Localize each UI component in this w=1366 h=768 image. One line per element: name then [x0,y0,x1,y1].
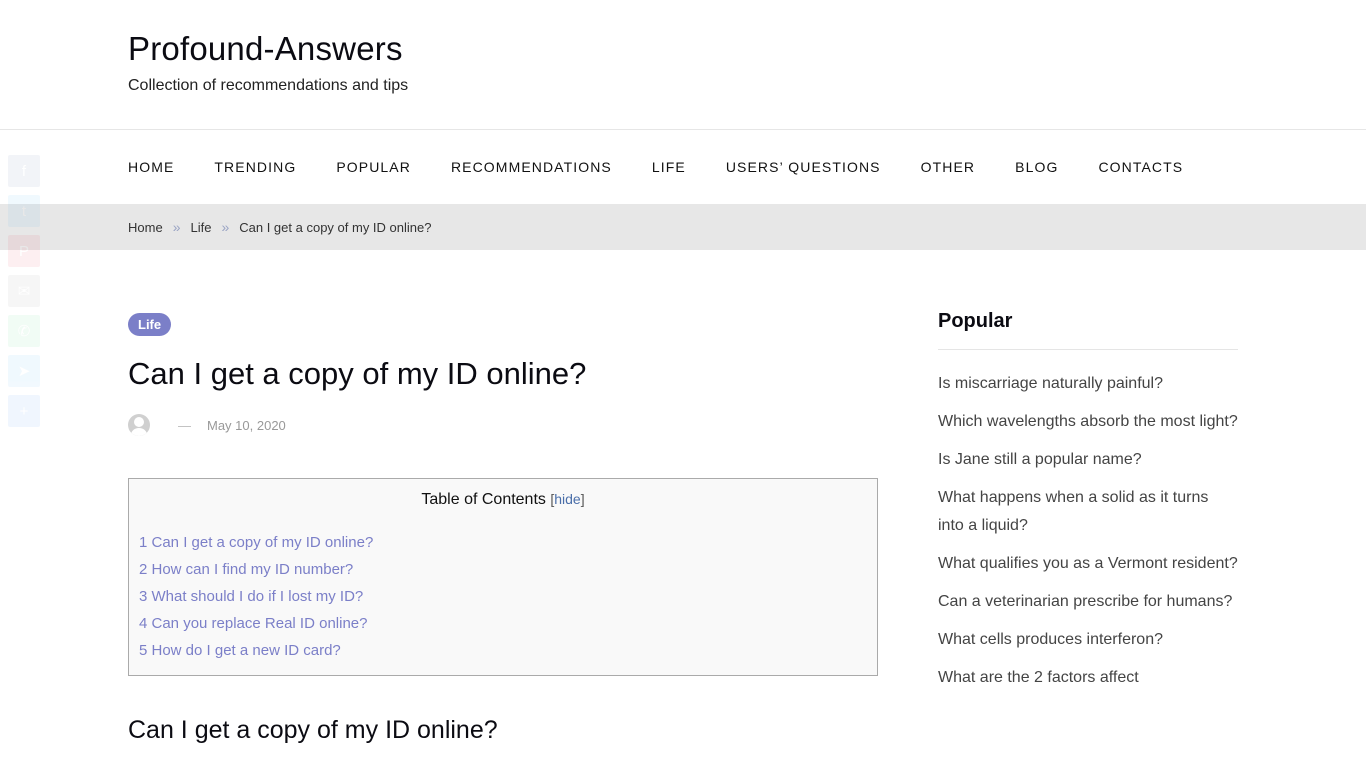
breadcrumb-separator-icon: » [172,219,181,235]
toc-hide-link[interactable]: hide [554,491,580,507]
main-nav: HOME TRENDING POPULAR RECOMMENDATIONS LI… [0,130,1366,204]
more-share-button[interactable]: + [8,395,40,427]
list-item: Can a veterinarian prescribe for humans? [938,588,1238,616]
list-item: Is Jane still a popular name? [938,446,1238,474]
list-item: What qualifies you as a Vermont resident… [938,550,1238,578]
pinterest-share-button[interactable]: P [8,235,40,267]
table-of-contents: Table of Contents [hide] 1 Can I get a c… [128,478,878,676]
popular-link[interactable]: Is miscarriage naturally painful? [938,375,1163,392]
post-title: Can I get a copy of my ID online? [128,356,587,391]
popular-link[interactable]: What cells produces interferon? [938,631,1163,648]
list-item: Is miscarriage naturally painful? [938,370,1238,398]
plus-icon: + [19,402,29,420]
author-avatar-icon[interactable] [128,414,150,436]
toc-item: 2 How can I find my ID number? [139,556,867,583]
social-share-bar: f t P ✉ ✆ ➤ + [8,155,40,435]
toc-link-3[interactable]: 3 What should I do if I lost my ID? [139,588,363,605]
category-badge[interactable]: Life [128,313,172,336]
popular-list: Is miscarriage naturally painful? Which … [938,370,1238,692]
email-share-button[interactable]: ✉ [8,275,40,307]
toc-link-5[interactable]: 5 How do I get a new ID card? [139,642,341,659]
breadcrumb-life[interactable]: Life [190,220,211,235]
telegram-share-button[interactable]: ➤ [8,355,40,387]
nav-item-contacts[interactable]: CONTACTS [1098,159,1183,175]
whatsapp-share-button[interactable]: ✆ [8,315,40,347]
toc-link-4[interactable]: 4 Can you replace Real ID online? [139,615,367,632]
facebook-icon: f [21,162,27,180]
telegram-icon: ➤ [17,363,31,380]
toc-item: 3 What should I do if I lost my ID? [139,583,867,610]
nav-item-other[interactable]: OTHER [921,159,976,175]
article: Life Can I get a copy of my ID online? —… [128,313,878,745]
toc-item: 4 Can you replace Real ID online? [139,610,867,637]
nav-item-users-questions[interactable]: USERS’ QUESTIONS [726,159,881,175]
toc-link-2[interactable]: 2 How can I find my ID number? [139,561,353,578]
sidebar-popular: Popular Is miscarriage naturally painful… [938,310,1238,702]
toc-hide-toggle: [hide] [550,491,584,507]
nav-item-life[interactable]: LIFE [652,159,686,175]
toc-link-1[interactable]: 1 Can I get a copy of my ID online? [139,534,373,551]
breadcrumb-home[interactable]: Home [128,220,163,235]
site-header: Profound-Answers Collection of recommend… [0,0,1366,130]
whatsapp-icon: ✆ [17,323,31,340]
section-heading: Can I get a copy of my ID online? [128,716,498,744]
pinterest-icon: P [18,242,29,260]
twitter-icon: t [21,202,27,220]
toc-item: 1 Can I get a copy of my ID online? [139,529,867,556]
nav-item-recommendations[interactable]: RECOMMENDATIONS [451,159,612,175]
nav-item-popular[interactable]: POPULAR [336,159,411,175]
list-item: Which wavelengths absorb the most light? [938,408,1238,436]
nav-item-home[interactable]: HOME [128,159,174,175]
post-meta: — May 10, 2020 [128,414,878,436]
nav-item-blog[interactable]: BLOG [1015,159,1058,175]
popular-link[interactable]: Which wavelengths absorb the most light? [938,413,1238,430]
popular-link[interactable]: What are the 2 factors affect [938,669,1139,686]
toc-header: Table of Contents [hide] [139,491,867,509]
list-item: What happens when a solid as it turns in… [938,484,1238,540]
email-icon: ✉ [17,283,31,300]
twitter-share-button[interactable]: t [8,195,40,227]
site-title-link[interactable]: Profound-Answers [128,30,403,68]
toc-title: Table of Contents [421,491,546,508]
popular-link[interactable]: Can a veterinarian prescribe for humans? [938,593,1232,610]
popular-link[interactable]: Is Jane still a popular name? [938,451,1142,468]
facebook-share-button[interactable]: f [8,155,40,187]
nav-item-trending[interactable]: TRENDING [214,159,296,175]
list-item: What are the 2 factors affect [938,664,1238,692]
post-date: May 10, 2020 [207,417,286,433]
toc-list: 1 Can I get a copy of my ID online? 2 Ho… [139,529,867,664]
breadcrumb-separator-icon: » [221,219,230,235]
widget-title: Popular [938,310,1238,350]
popular-link[interactable]: What happens when a solid as it turns in… [938,489,1208,534]
breadcrumb: Home » Life » Can I get a copy of my ID … [0,204,1366,250]
toc-item: 5 How do I get a new ID card? [139,637,867,664]
meta-separator: — [178,417,191,433]
breadcrumb-current: Can I get a copy of my ID online? [239,219,432,235]
site-tagline: Collection of recommendations and tips [128,77,409,94]
bracket-close: ] [580,491,585,507]
list-item: What cells produces interferon? [938,626,1238,654]
popular-link[interactable]: What qualifies you as a Vermont resident… [938,555,1238,572]
